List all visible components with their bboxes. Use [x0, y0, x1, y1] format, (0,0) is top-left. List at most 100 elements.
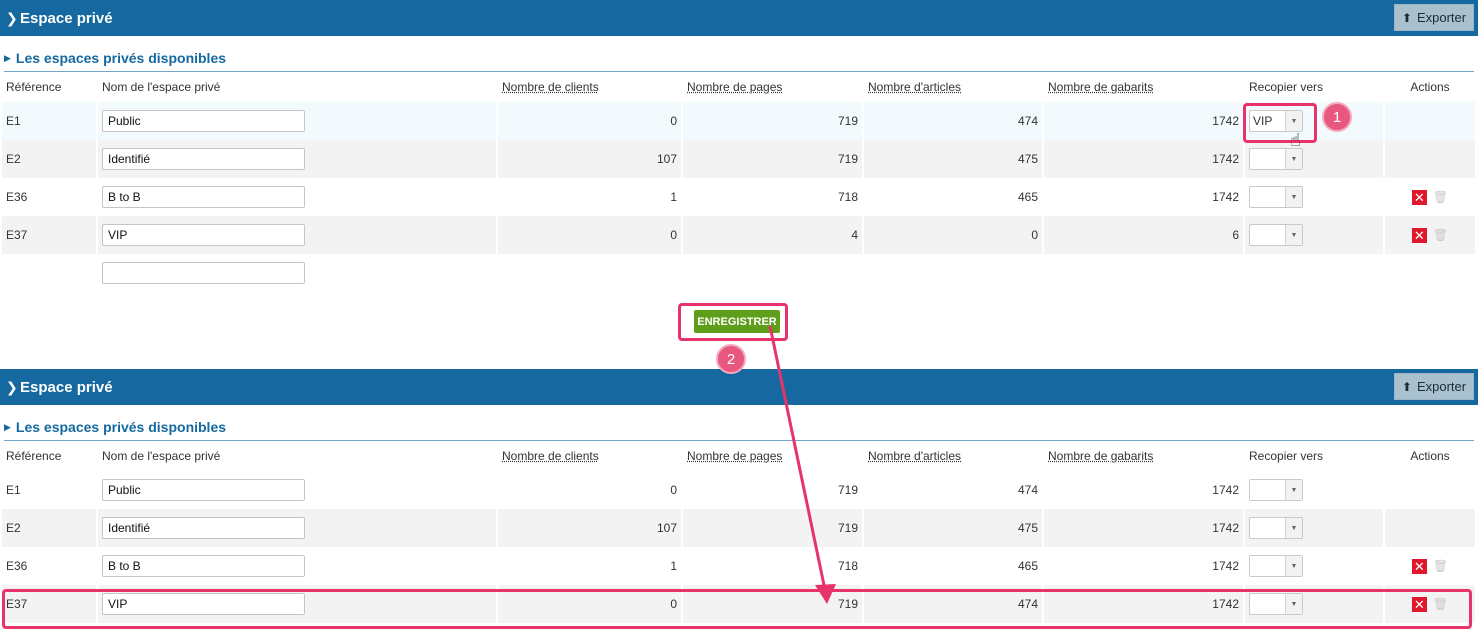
new-row: [2, 254, 1477, 292]
private-spaces-table: Référence Nom de l'espace privé Nombre d…: [2, 72, 1477, 292]
cell-articles: 474: [863, 102, 1044, 140]
step-1-badge: 1: [1322, 102, 1352, 132]
new-space-name-input[interactable]: [102, 262, 305, 284]
private-space-panel-top: ❯ Espace privé ⬆ Exporter ▶ Les espaces …: [0, 0, 1478, 372]
space-name-input[interactable]: [102, 186, 305, 208]
copy-to-select[interactable]: ▼: [1249, 224, 1303, 246]
cell-gabarits: 1742: [1043, 509, 1245, 547]
col-articles[interactable]: Nombre d'articles: [863, 72, 1044, 102]
col-reference: Référence: [2, 72, 98, 102]
cell-gabarits: 1742: [1043, 140, 1245, 178]
dropdown-arrow-icon: ▼: [1285, 187, 1302, 207]
save-button[interactable]: ENREGISTRER: [694, 310, 780, 333]
cell-clients: 0: [497, 216, 683, 254]
cell-ref: E2: [2, 140, 98, 178]
space-name-input[interactable]: [102, 224, 305, 246]
dropdown-arrow-icon: ▼: [1285, 480, 1302, 500]
cell-pages: 719: [682, 471, 864, 509]
dropdown-arrow-icon: ▼: [1285, 556, 1302, 576]
space-name-input[interactable]: [102, 517, 305, 539]
cell-pages: 719: [682, 102, 864, 140]
space-name-input[interactable]: [102, 593, 305, 615]
cell-articles: 0: [863, 216, 1044, 254]
table-header-row: Référence Nom de l'espace privé Nombre d…: [2, 441, 1477, 471]
section-divider: [4, 440, 1474, 441]
col-copy-to: Recopier vers: [1244, 441, 1385, 471]
copy-to-select[interactable]: ▼: [1249, 479, 1303, 501]
col-name: Nom de l'espace privé: [97, 441, 498, 471]
cell-articles: 465: [863, 547, 1044, 585]
col-gabarits[interactable]: Nombre de gabarits: [1043, 441, 1245, 471]
trash-icon[interactable]: 🗑: [1433, 597, 1448, 611]
delete-x-icon[interactable]: ✕: [1411, 596, 1427, 612]
space-name-input[interactable]: [102, 479, 305, 501]
triangle-right-icon: ▶: [4, 52, 11, 63]
cell-clients: 1: [497, 178, 683, 216]
export-label: Exporter: [1416, 379, 1467, 394]
trash-icon[interactable]: 🗑: [1433, 559, 1448, 573]
col-articles[interactable]: Nombre d'articles: [863, 441, 1044, 471]
col-gabarits[interactable]: Nombre de gabarits: [1043, 72, 1245, 102]
dropdown-arrow-icon: ▼: [1285, 111, 1302, 131]
cell-ref: E1: [2, 471, 98, 509]
space-name-input[interactable]: [102, 555, 305, 577]
cell-clients: 0: [497, 471, 683, 509]
trash-icon[interactable]: 🗑: [1433, 190, 1448, 204]
col-actions: Actions: [1384, 72, 1477, 102]
table-row: E1 0 719 474 1742 ▼: [2, 471, 1477, 509]
dropdown-arrow-icon: ▼: [1285, 149, 1302, 169]
table-row: E36 1 718 465 1742 ▼ ✕ 🗑: [2, 547, 1477, 585]
space-name-input[interactable]: [102, 148, 305, 170]
cell-articles: 474: [863, 471, 1044, 509]
section-title-text: Les espaces privés disponibles: [15, 419, 227, 435]
hand-cursor-icon: ☝: [1290, 130, 1301, 150]
space-name-input[interactable]: [102, 110, 305, 132]
chevron-right-icon: ❯: [6, 378, 18, 395]
table-row: E2 107 719 475 1742 ▼: [2, 509, 1477, 547]
copy-to-select[interactable]: ▼: [1249, 555, 1303, 577]
private-space-panel-bottom: ❯ Espace privé ⬆ Exporter ▶ Les espaces …: [0, 369, 1478, 638]
col-clients[interactable]: Nombre de clients: [497, 72, 683, 102]
cell-ref: E36: [2, 547, 98, 585]
private-spaces-table: Référence Nom de l'espace privé Nombre d…: [2, 441, 1477, 623]
upload-icon: ⬆: [1401, 10, 1412, 25]
triangle-right-icon: ▶: [4, 421, 11, 432]
export-label: Exporter: [1416, 10, 1467, 25]
col-copy-to: Recopier vers: [1244, 72, 1385, 102]
cell-clients: 0: [497, 102, 683, 140]
cell-clients: 107: [497, 509, 683, 547]
export-button[interactable]: ⬆ Exporter: [1394, 373, 1474, 400]
panel-title: Espace privé: [20, 9, 113, 27]
cell-gabarits: 1742: [1043, 585, 1245, 623]
cell-pages: 718: [682, 178, 864, 216]
chevron-right-icon: ❯: [6, 9, 18, 26]
cell-gabarits: 1742: [1043, 178, 1245, 216]
copy-to-select[interactable]: ▼: [1249, 517, 1303, 539]
cell-articles: 465: [863, 178, 1044, 216]
export-button[interactable]: ⬆ Exporter: [1394, 4, 1474, 31]
panel-title: Espace privé: [20, 378, 113, 396]
cell-pages: 719: [682, 509, 864, 547]
copy-to-select[interactable]: VIP ▼: [1249, 110, 1303, 132]
col-pages[interactable]: Nombre de pages: [682, 72, 864, 102]
panel-header: ❯ Espace privé ⬆ Exporter: [0, 369, 1478, 405]
cell-gabarits: 1742: [1043, 547, 1245, 585]
col-pages[interactable]: Nombre de pages: [682, 441, 864, 471]
copy-to-select[interactable]: ▼: [1249, 186, 1303, 208]
dropdown-arrow-icon: ▼: [1285, 225, 1302, 245]
section-divider: [4, 71, 1474, 72]
cell-pages: 719: [682, 140, 864, 178]
delete-x-icon[interactable]: ✕: [1411, 227, 1427, 243]
table-header-row: Référence Nom de l'espace privé Nombre d…: [2, 72, 1477, 102]
delete-x-icon[interactable]: ✕: [1411, 189, 1427, 205]
col-clients[interactable]: Nombre de clients: [497, 441, 683, 471]
trash-icon[interactable]: 🗑: [1433, 228, 1448, 242]
cell-pages: 719: [682, 585, 864, 623]
cell-ref: E36: [2, 178, 98, 216]
delete-x-icon[interactable]: ✕: [1411, 558, 1427, 574]
section-title: ▶ Les espaces privés disponibles: [4, 50, 1478, 66]
cell-pages: 4: [682, 216, 864, 254]
copy-to-select[interactable]: ▼: [1249, 593, 1303, 615]
cell-clients: 107: [497, 140, 683, 178]
copy-to-select[interactable]: ▼: [1249, 148, 1303, 170]
